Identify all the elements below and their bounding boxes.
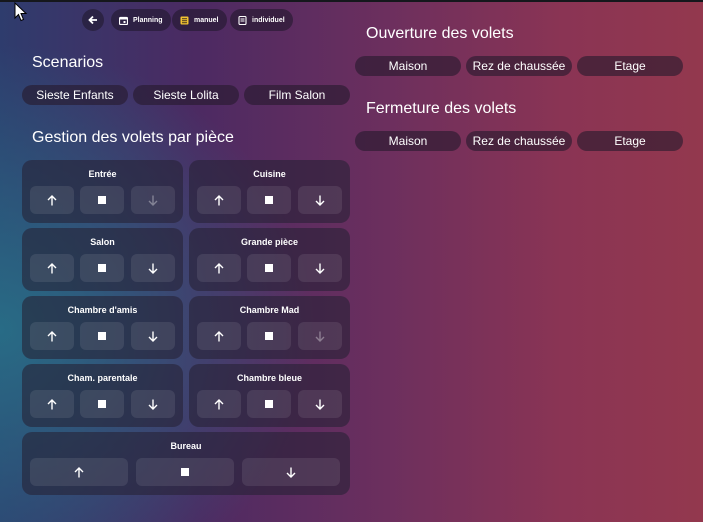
arrow-down-icon [315, 331, 325, 342]
room-card-title: Chambre bleue [236, 373, 303, 383]
arrow-down-icon [315, 263, 325, 274]
arrow-down-icon [315, 195, 325, 206]
arrow-down-icon [148, 331, 158, 342]
stop-icon [98, 196, 106, 204]
ouverture-title: Ouverture des volets [366, 25, 514, 42]
arrow-up-icon [214, 194, 224, 205]
room-card-cham-parentale: Cham. parentale [22, 364, 183, 427]
close-button[interactable] [242, 458, 340, 486]
arrow-down-icon [148, 399, 158, 410]
stop-icon [265, 400, 273, 408]
open-button[interactable] [197, 254, 241, 282]
mouse-cursor-icon [14, 2, 28, 22]
stop-icon [98, 400, 106, 408]
arrow-down-icon [315, 399, 325, 410]
room-card-title: Salon [90, 237, 115, 247]
close-button[interactable] [298, 390, 342, 418]
room-card-chambre-bleue: Chambre bleue [189, 364, 350, 427]
room-card-title: Bureau [170, 441, 202, 451]
stop-button[interactable] [247, 186, 291, 214]
close-button[interactable] [131, 322, 175, 350]
room-card-cuisine: Cuisine [189, 160, 350, 223]
ouverture-etage-button[interactable]: Etage [577, 56, 683, 76]
card-icon [238, 15, 247, 25]
arrow-up-icon [47, 194, 57, 205]
room-card-salon: Salon [22, 228, 183, 291]
arrow-up-icon [214, 262, 224, 273]
scenario-sieste-enfants-button[interactable]: Sieste Enfants [22, 85, 128, 105]
arrow-up-icon [74, 466, 84, 477]
close-button[interactable] [131, 186, 175, 214]
scenario-film-salon-button[interactable]: Film Salon [244, 85, 350, 105]
arrow-up-icon [214, 398, 224, 409]
stop-button[interactable] [247, 390, 291, 418]
stop-button[interactable] [80, 390, 124, 418]
individuel-chip-label: individuel [252, 16, 285, 24]
open-button[interactable] [30, 254, 74, 282]
fermeture-title: Fermeture des volets [366, 100, 517, 117]
arrow-down-icon [286, 467, 296, 478]
fermeture-etage-button[interactable]: Etage [577, 131, 683, 151]
close-button[interactable] [131, 390, 175, 418]
arrow-up-icon [214, 330, 224, 341]
room-card-title: Cham. parentale [67, 373, 138, 383]
individuel-chip[interactable]: individuel [230, 9, 293, 31]
stop-button[interactable] [80, 254, 124, 282]
scenario-sieste-lolita-button[interactable]: Sieste Lolita [133, 85, 239, 105]
room-card-chambre-amis: Chambre d'amis [22, 296, 183, 359]
open-button[interactable] [30, 322, 74, 350]
close-button[interactable] [131, 254, 175, 282]
planning-chip[interactable]: Planning [111, 9, 171, 31]
stop-button[interactable] [247, 254, 291, 282]
back-arrow-icon [88, 15, 97, 25]
rooms-title: Gestion des volets par pièce [32, 129, 234, 146]
room-card-title: Entrée [88, 169, 117, 179]
stop-button[interactable] [247, 322, 291, 350]
arrow-down-icon [148, 195, 158, 206]
stop-button[interactable] [136, 458, 234, 486]
arrow-up-icon [47, 330, 57, 341]
room-card-title: Grande pièce [240, 237, 299, 247]
ouverture-rez-de-chaussee-button[interactable]: Rez de chaussée [466, 56, 572, 76]
room-card-title: Chambre Mad [239, 305, 300, 315]
stop-icon [98, 332, 106, 340]
room-card-bureau: Bureau [22, 432, 350, 495]
fermeture-rez-de-chaussee-button[interactable]: Rez de chaussée [466, 131, 572, 151]
close-button[interactable] [298, 186, 342, 214]
close-button[interactable] [298, 322, 342, 350]
ouverture-maison-button[interactable]: Maison [355, 56, 461, 76]
stop-icon [181, 468, 189, 476]
planning-chip-label: Planning [133, 16, 163, 24]
top-border [0, 0, 703, 2]
arrow-up-icon [47, 262, 57, 273]
room-card-chambre-mad: Chambre Mad [189, 296, 350, 359]
room-card-entree: Entrée [22, 160, 183, 223]
open-button[interactable] [197, 390, 241, 418]
open-button[interactable] [197, 186, 241, 214]
stop-icon [265, 264, 273, 272]
stop-icon [98, 264, 106, 272]
open-button[interactable] [30, 458, 128, 486]
room-card-title: Cuisine [253, 169, 286, 179]
arrow-up-icon [47, 398, 57, 409]
open-button[interactable] [30, 186, 74, 214]
fermeture-maison-button[interactable]: Maison [355, 131, 461, 151]
arrow-down-icon [148, 263, 158, 274]
open-button[interactable] [30, 390, 74, 418]
scenarios-title: Scenarios [32, 54, 104, 71]
list-icon [180, 16, 189, 24]
stop-button[interactable] [80, 322, 124, 350]
stop-icon [265, 332, 273, 340]
calendar-icon [119, 16, 128, 25]
open-button[interactable] [197, 322, 241, 350]
stop-icon [265, 196, 273, 204]
back-button[interactable] [82, 9, 104, 31]
room-card-grande-piece: Grande pièce [189, 228, 350, 291]
close-button[interactable] [298, 254, 342, 282]
manuel-chip[interactable]: manuel [172, 9, 227, 31]
manuel-chip-label: manuel [194, 16, 219, 24]
stop-button[interactable] [80, 186, 124, 214]
room-card-title: Chambre d'amis [67, 305, 138, 315]
